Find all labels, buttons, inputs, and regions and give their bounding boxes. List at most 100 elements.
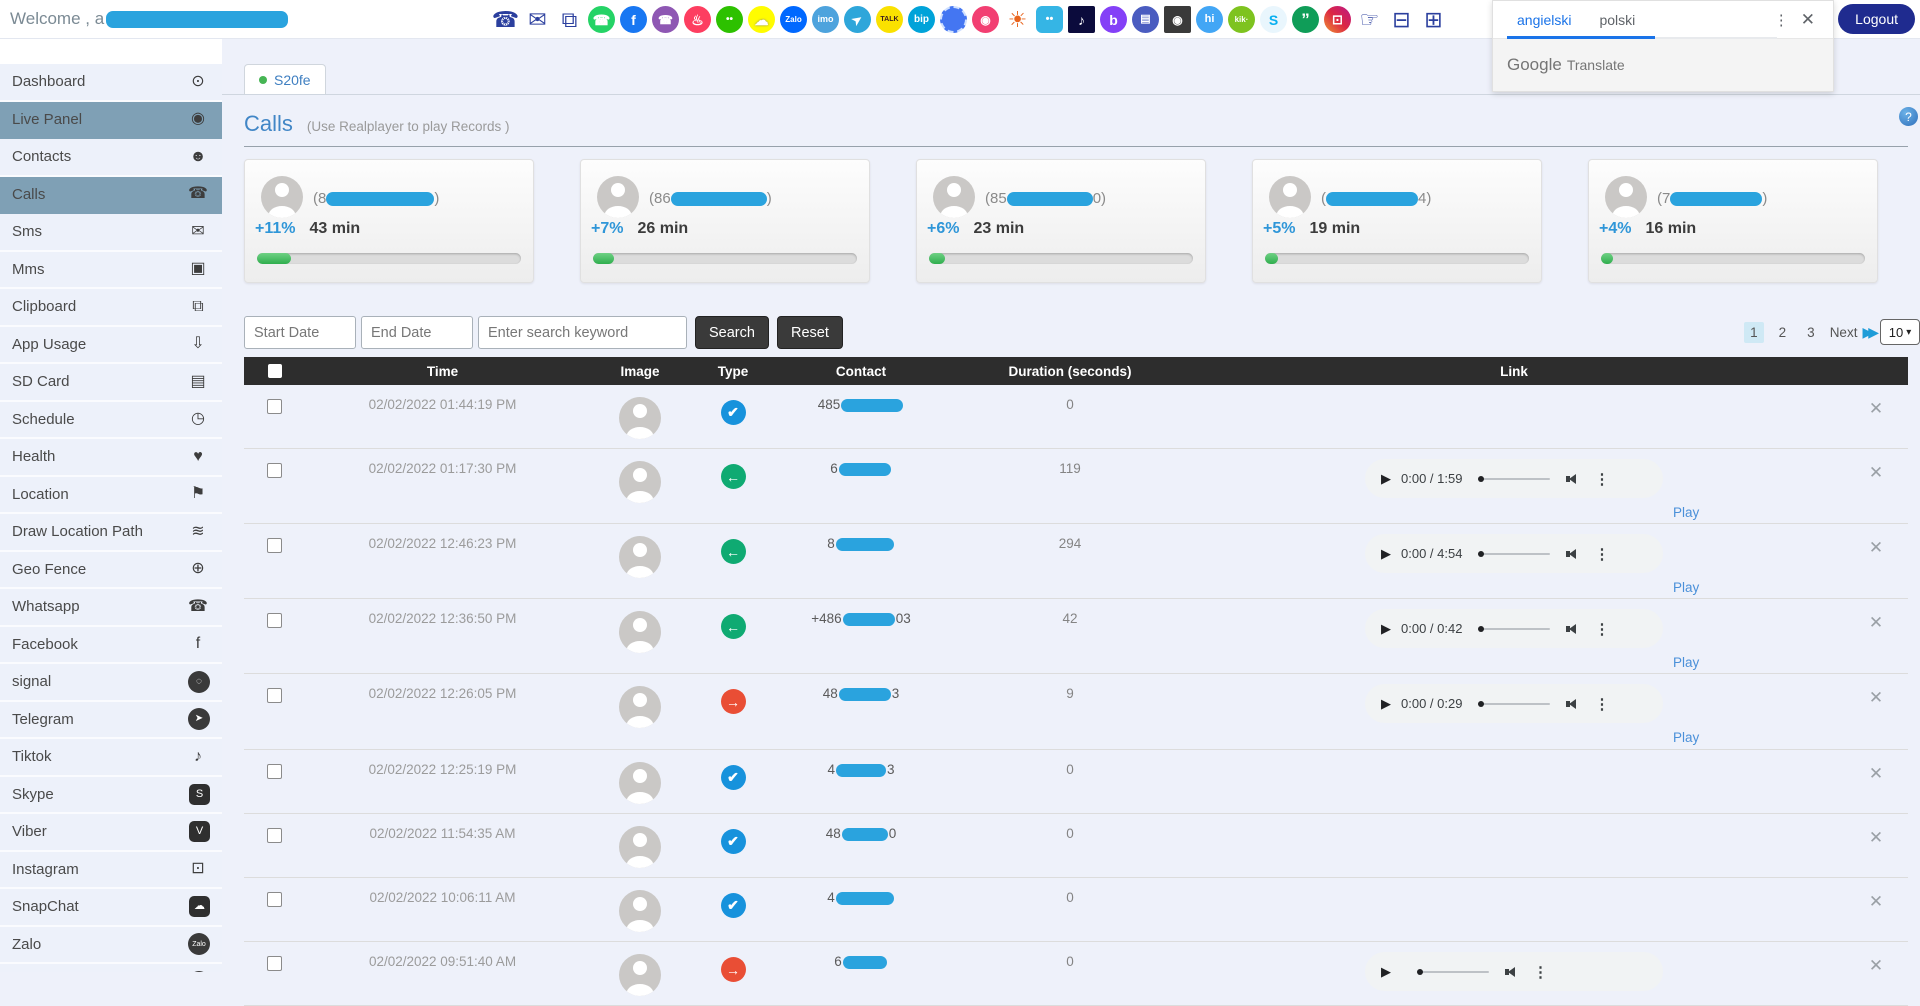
zalo-icon[interactable]: Zalo xyxy=(780,6,807,33)
sidebar-item-app-usage[interactable]: App Usage⇩ xyxy=(0,327,222,365)
page-number-3[interactable]: 3 xyxy=(1801,322,1821,343)
seek-slider[interactable] xyxy=(1478,703,1550,705)
sidebar-item-telegram[interactable]: Telegram➤ xyxy=(0,702,222,740)
delete-row-icon[interactable]: ✕ xyxy=(1869,399,1883,419)
badoo-icon[interactable]: b xyxy=(1100,6,1127,33)
page-size-select[interactable]: 10▾ xyxy=(1880,319,1920,345)
player-menu-icon[interactable]: ⋮ xyxy=(1594,695,1609,713)
page-number-2[interactable]: 2 xyxy=(1773,322,1793,343)
row-checkbox[interactable] xyxy=(267,764,282,779)
row-checkbox[interactable] xyxy=(267,688,282,703)
tinder-icon[interactable]: ♨ xyxy=(684,6,711,33)
sidebar-item-mms[interactable]: Mms▣ xyxy=(0,252,222,290)
audio-player[interactable]: ▶0:00 / 0:42⋮ xyxy=(1365,609,1663,648)
volume-icon[interactable] xyxy=(1566,622,1580,636)
play-link[interactable]: Play xyxy=(1673,730,1699,745)
audio-player[interactable]: ▶0:00 / 0:29⋮ xyxy=(1365,684,1663,723)
sidebar-item-instagram[interactable]: Instagram⊡ xyxy=(0,852,222,890)
kakaotalk-icon[interactable]: TALK xyxy=(876,6,903,33)
volume-icon[interactable] xyxy=(1566,547,1580,561)
kik-icon[interactable]: kik· xyxy=(1228,6,1255,33)
sidebar-item-facebook[interactable]: Facebookf xyxy=(0,627,222,665)
seek-slider[interactable] xyxy=(1478,478,1550,480)
translate-tab-angielski[interactable]: angielski xyxy=(1503,3,1585,37)
imo-icon[interactable]: imo xyxy=(812,6,839,33)
player-menu-icon[interactable]: ⋮ xyxy=(1594,545,1609,563)
row-checkbox[interactable] xyxy=(267,538,282,553)
sidebar-item-zalo[interactable]: ZaloZalo xyxy=(0,927,222,965)
sun-chat-icon[interactable]: ☀ xyxy=(1004,6,1031,33)
sidebar-item-clipboard[interactable]: Clipboard⧉ xyxy=(0,289,222,327)
translate-menu-icon[interactable]: ⋮ xyxy=(1764,11,1799,29)
sidebar-item-draw-location-path[interactable]: Draw Location Path≋ xyxy=(0,514,222,552)
facebook-icon[interactable]: f xyxy=(620,6,647,33)
row-checkbox[interactable] xyxy=(267,956,282,971)
delete-row-icon[interactable]: ✕ xyxy=(1869,538,1883,558)
sidebar-item-calls[interactable]: Calls☎ xyxy=(0,177,222,215)
viber-icon[interactable]: ☎ xyxy=(652,6,679,33)
delete-row-icon[interactable]: ✕ xyxy=(1869,892,1883,912)
volume-icon[interactable] xyxy=(1566,697,1580,711)
player-menu-icon[interactable]: ⋮ xyxy=(1594,470,1609,488)
tiktok-icon[interactable]: ♪ xyxy=(1068,6,1095,33)
start-date-input[interactable] xyxy=(244,316,356,349)
delete-row-icon[interactable]: ✕ xyxy=(1869,463,1883,483)
app-usage-icon[interactable]: ☞ xyxy=(1356,6,1383,33)
translate-tab-polski[interactable]: polski xyxy=(1585,3,1649,37)
translate-close-icon[interactable]: ✕ xyxy=(1799,10,1823,30)
delete-row-icon[interactable]: ✕ xyxy=(1869,613,1883,633)
play-icon[interactable]: ▶ xyxy=(1381,471,1391,487)
row-checkbox[interactable] xyxy=(267,463,282,478)
select-all-checkbox[interactable] xyxy=(268,364,282,378)
reset-button[interactable]: Reset xyxy=(777,316,843,349)
sidebar-item-health[interactable]: Health♥ xyxy=(0,439,222,477)
print-file-icon[interactable]: ⊟ xyxy=(1388,6,1415,33)
video-chat-icon[interactable]: ◉ xyxy=(972,6,999,33)
row-checkbox[interactable] xyxy=(267,613,282,628)
row-checkbox[interactable] xyxy=(267,828,282,843)
sidebar-item-geo-fence[interactable]: Geo Fence⊕ xyxy=(0,552,222,590)
search-input[interactable] xyxy=(478,316,687,349)
sidebar-item-viber[interactable]: ViberV xyxy=(0,814,222,852)
botim-icon[interactable]: ▤ xyxy=(1132,6,1159,33)
sidebar-item-dashboard[interactable]: Dashboard⊙ xyxy=(0,64,222,102)
device-tab-s20fe[interactable]: S20fe xyxy=(244,64,326,94)
sidebar-item-schedule[interactable]: Schedule◷ xyxy=(0,402,222,440)
snapchat-icon[interactable]: ☁ xyxy=(748,6,775,33)
skype-icon[interactable]: S xyxy=(1260,6,1287,33)
sidebar-item-sms[interactable]: Sms✉ xyxy=(0,214,222,252)
sidebar-item-snapchat[interactable]: SnapChat☁ xyxy=(0,889,222,927)
sidebar-item-partial[interactable] xyxy=(0,964,222,972)
sidebar-item-location[interactable]: Location⚑ xyxy=(0,477,222,515)
play-icon[interactable]: ▶ xyxy=(1381,546,1391,562)
call-recorder-icon[interactable]: ☎ xyxy=(492,6,519,33)
instagram-icon[interactable]: ⊡ xyxy=(1324,6,1351,33)
delete-row-icon[interactable]: ✕ xyxy=(1869,688,1883,708)
sidebar-item-live-panel[interactable]: Live Panel◉ xyxy=(0,102,222,140)
row-checkbox[interactable] xyxy=(267,892,282,907)
play-icon[interactable]: ▶ xyxy=(1381,621,1391,637)
seek-slider[interactable] xyxy=(1478,628,1550,630)
sidebar-item-whatsapp[interactable]: Whatsapp☎ xyxy=(0,589,222,627)
gallery-icon[interactable]: ⊞ xyxy=(1420,6,1447,33)
delete-row-icon[interactable]: ✕ xyxy=(1869,828,1883,848)
audio-player[interactable]: ▶0:00 / 4:54⋮ xyxy=(1365,534,1663,573)
sidebar-item-tiktok[interactable]: Tiktok♪ xyxy=(0,739,222,777)
play-link[interactable]: Play xyxy=(1673,580,1699,595)
dots-messenger-icon[interactable]: •• xyxy=(1036,6,1063,33)
bip-icon[interactable]: bip xyxy=(908,6,935,33)
volume-icon[interactable] xyxy=(1566,472,1580,486)
hangouts-icon[interactable]: ” xyxy=(1292,6,1319,33)
play-icon[interactable]: ▶ xyxy=(1381,696,1391,712)
sms-icon[interactable]: ✉ xyxy=(524,6,551,33)
end-date-input[interactable] xyxy=(361,316,473,349)
player-menu-icon[interactable]: ⋮ xyxy=(1594,620,1609,638)
wechat-icon[interactable]: •• xyxy=(716,6,743,33)
audio-player[interactable]: ▶0:00 / 1:59⋮ xyxy=(1365,459,1663,498)
search-button[interactable]: Search xyxy=(695,316,769,349)
threema-icon[interactable]: ◉ xyxy=(1164,6,1191,33)
next-page-button[interactable]: Next▶▶ xyxy=(1830,324,1874,341)
logout-button[interactable]: Logout xyxy=(1838,4,1915,34)
page-number-1[interactable]: 1 xyxy=(1744,322,1764,343)
delete-row-icon[interactable]: ✕ xyxy=(1869,956,1883,976)
